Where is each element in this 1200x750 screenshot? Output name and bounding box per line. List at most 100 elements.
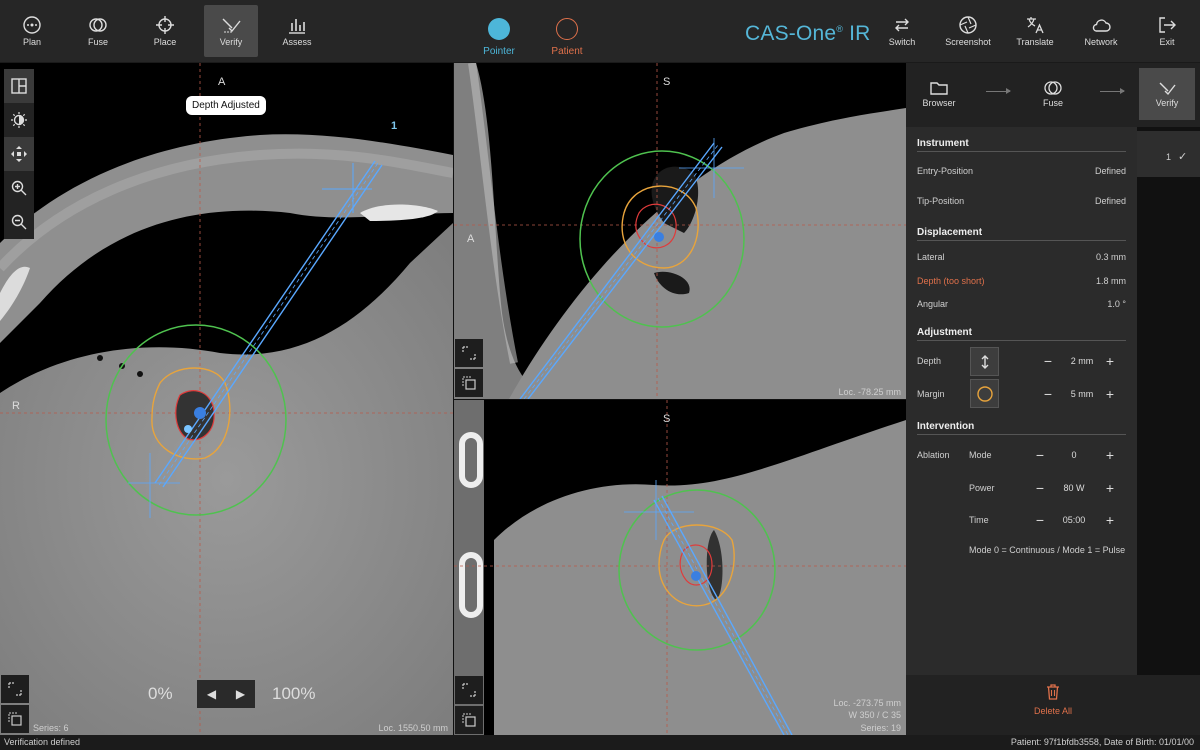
zoom-out-icon bbox=[11, 214, 27, 230]
translate-button[interactable]: Translate bbox=[1008, 5, 1062, 57]
zoom-in-button[interactable] bbox=[4, 171, 34, 205]
time-value: 05:00 bbox=[1062, 515, 1086, 525]
plan-button[interactable]: Plan bbox=[5, 5, 59, 57]
verify-icon bbox=[1139, 68, 1195, 98]
layout-toggle-button[interactable] bbox=[1, 675, 29, 703]
previous-arrow-icon[interactable]: ◀ bbox=[207, 687, 216, 701]
step-fuse[interactable]: Fuse bbox=[1025, 68, 1081, 120]
reset-view-button[interactable] bbox=[455, 369, 483, 397]
displacement-heading: Displacement bbox=[917, 227, 983, 238]
zoom-in-icon bbox=[11, 180, 27, 196]
entry-position-label: Entry-Position bbox=[917, 166, 974, 176]
entry-position-value: Defined bbox=[1094, 166, 1126, 176]
pointer-dot-icon bbox=[488, 18, 510, 40]
ct-sagittal-image bbox=[454, 400, 906, 735]
needle-list-item[interactable]: 1 ✓ bbox=[1137, 131, 1200, 177]
location-label: Loc. -78.25 mm bbox=[838, 387, 901, 397]
corner-expand-icon bbox=[462, 683, 476, 697]
orientation-anterior-label: A bbox=[467, 233, 475, 245]
layout-toggle-button[interactable] bbox=[455, 676, 483, 704]
patient-ring-icon bbox=[556, 18, 578, 40]
fuse-icon bbox=[71, 5, 125, 35]
trash-icon bbox=[1047, 684, 1059, 700]
reset-view-button[interactable] bbox=[1, 705, 29, 733]
instrument-heading: Instrument bbox=[917, 138, 969, 149]
status-bar: Verification defined Patient: 97f1bfdb35… bbox=[0, 735, 1200, 750]
sagittal-viewport[interactable]: S Loc. -273.75 mm W 350 / C 35 Series: 1… bbox=[454, 400, 906, 735]
verify-button[interactable]: Verify bbox=[204, 5, 258, 57]
needle-list: 1 ✓ bbox=[1137, 127, 1200, 675]
opacity-control: 0% ◀ ▶ 100% bbox=[145, 680, 335, 708]
cloud-icon bbox=[1074, 5, 1128, 35]
opacity-max-label: 100% bbox=[272, 684, 316, 703]
plan-icon bbox=[5, 5, 59, 35]
delete-all-button[interactable]: Delete All bbox=[1020, 682, 1086, 716]
power-increase-button[interactable]: + bbox=[1103, 481, 1117, 495]
mode-help-text: Mode 0 = Continuous / Mode 1 = Pulse bbox=[969, 545, 1126, 555]
margin-increase-button[interactable]: + bbox=[1103, 387, 1117, 401]
margin-ring-icon bbox=[976, 385, 993, 402]
switch-button[interactable]: Switch bbox=[875, 5, 929, 57]
ct-coronal-image bbox=[454, 63, 906, 399]
mode-value: 0 bbox=[1071, 450, 1077, 460]
adjust-depth-label: Depth bbox=[917, 356, 942, 366]
layout-button[interactable] bbox=[4, 69, 34, 103]
layout-toggle-button[interactable] bbox=[455, 339, 483, 367]
assess-button[interactable]: Assess bbox=[270, 5, 324, 57]
depth-increase-button[interactable]: + bbox=[1103, 354, 1117, 368]
margin-adjust-tool[interactable] bbox=[970, 379, 999, 408]
depth-decrease-button[interactable]: − bbox=[1041, 354, 1055, 368]
mode-label: Mode bbox=[969, 450, 992, 460]
reset-view-button[interactable] bbox=[455, 706, 483, 734]
patient-info: Patient: 97f1bfdb3558, Date of Birth: 01… bbox=[1010, 737, 1194, 747]
orientation-superior-label: S bbox=[663, 413, 671, 425]
needle-number-label: 1 bbox=[391, 120, 398, 132]
exit-button[interactable]: Exit bbox=[1140, 5, 1194, 57]
depth-adjust-tool[interactable] bbox=[970, 347, 999, 376]
pointer-mode-button[interactable]: Pointer bbox=[469, 12, 529, 57]
step-arrow bbox=[986, 88, 1011, 94]
divider bbox=[917, 340, 1126, 341]
screenshot-button[interactable]: Screenshot bbox=[941, 5, 995, 57]
power-value: 80 W bbox=[1063, 483, 1085, 493]
ablation-label: Ablation bbox=[917, 450, 950, 460]
mode-decrease-button[interactable]: − bbox=[1033, 448, 1047, 462]
mode-increase-button[interactable]: + bbox=[1103, 448, 1117, 462]
brand-logo: CAS-One® IR bbox=[745, 22, 871, 45]
place-button[interactable]: Place bbox=[138, 5, 192, 57]
verification-panel bbox=[906, 63, 1137, 675]
series-label: Series: 19 bbox=[860, 723, 901, 733]
orientation-right-label: R bbox=[12, 400, 20, 412]
status-message: Verification defined bbox=[4, 737, 81, 747]
brightness-button[interactable] bbox=[4, 103, 34, 137]
exit-icon bbox=[1140, 5, 1194, 35]
network-button[interactable]: Network bbox=[1074, 5, 1128, 57]
step-arrow bbox=[1100, 88, 1125, 94]
power-label: Power bbox=[969, 483, 995, 493]
location-label: Loc. 1550.50 mm bbox=[378, 723, 448, 733]
divider bbox=[917, 434, 1126, 435]
coronal-viewport[interactable]: S A Loc. -78.25 mm bbox=[454, 63, 906, 399]
step-browser[interactable]: Browser bbox=[911, 68, 967, 120]
patient-mode-button[interactable]: Patient bbox=[537, 12, 597, 57]
power-decrease-button[interactable]: − bbox=[1033, 481, 1047, 495]
divider bbox=[917, 240, 1126, 241]
angular-value: 1.0 ° bbox=[1107, 299, 1126, 309]
zoom-out-button[interactable] bbox=[4, 205, 34, 239]
tip-position-label: Tip-Position bbox=[917, 196, 965, 206]
next-arrow-icon[interactable]: ▶ bbox=[236, 687, 245, 701]
frame-icon bbox=[462, 713, 476, 727]
main-viewport[interactable]: A R 1 Series: 6 Loc. 1550.50 mm bbox=[0, 63, 453, 735]
lateral-value: 0.3 mm bbox=[1095, 252, 1126, 262]
adjustment-heading: Adjustment bbox=[917, 327, 972, 338]
chart-icon bbox=[270, 5, 324, 35]
time-decrease-button[interactable]: − bbox=[1033, 513, 1047, 527]
folder-icon bbox=[911, 68, 967, 98]
window-level-label: W 350 / C 35 bbox=[848, 710, 901, 720]
lateral-label: Lateral bbox=[917, 252, 945, 262]
step-verify[interactable]: Verify bbox=[1139, 68, 1195, 120]
time-increase-button[interactable]: + bbox=[1103, 513, 1117, 527]
margin-decrease-button[interactable]: − bbox=[1041, 387, 1055, 401]
pan-button[interactable] bbox=[4, 137, 34, 171]
fuse-button[interactable]: Fuse bbox=[71, 5, 125, 57]
